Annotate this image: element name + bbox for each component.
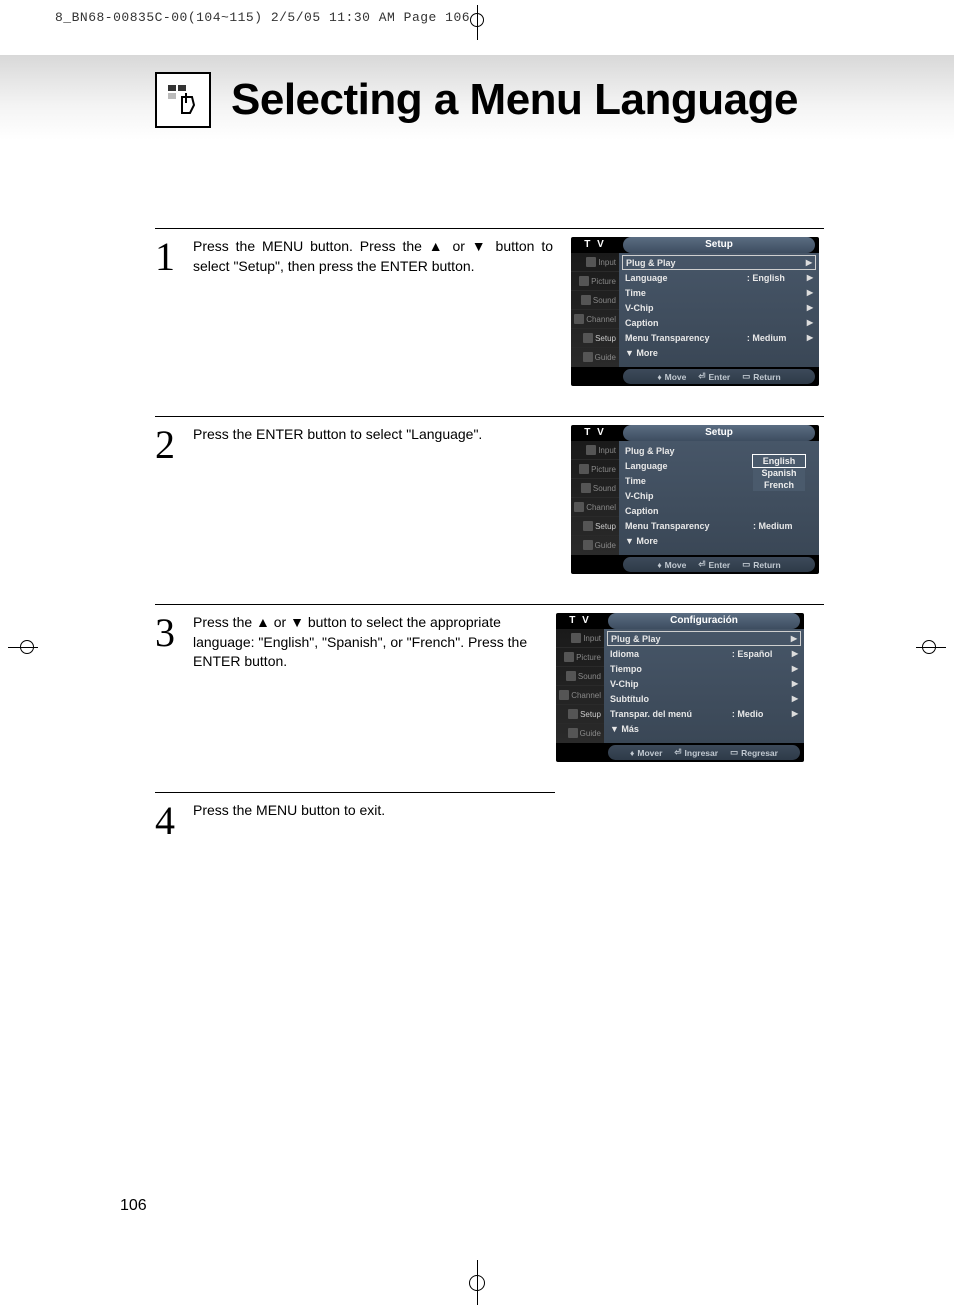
step-4: 4 Press the MENU button to exit. (155, 792, 555, 871)
osd-side-guide: Guide (571, 348, 619, 367)
page-number: 106 (120, 1197, 147, 1215)
osd-side-sound: Sound (571, 291, 619, 310)
osd-side-setup: Setup (571, 329, 619, 348)
osd-row: Transpar. del menú: Medio▶ (607, 706, 801, 721)
osd-main: Plug & Play▶ Language: English▶ Time▶ V-… (619, 253, 819, 367)
footer-move: ♦ Move (657, 371, 686, 382)
osd-side-setup: Setup (571, 517, 619, 536)
osd-side-guide: Guide (556, 724, 604, 743)
title-icon (155, 72, 211, 128)
osd-side-picture: Picture (571, 460, 619, 479)
step-num: 1 (155, 237, 183, 277)
osd-row: Time▶ (622, 285, 816, 300)
osd-footer: ♦ Move ⏎ Enter ▭ Return (623, 557, 815, 572)
osd-screenshot-3: T V Configuración Input Picture Sound Ch… (556, 613, 804, 762)
crop-mark-right (916, 640, 946, 654)
osd-screenshot-2: T V Setup Input Picture Sound Channel Se… (571, 425, 819, 574)
footer-enter: ⏎ Enter (698, 371, 730, 382)
title-row: Selecting a Menu Language (0, 72, 954, 128)
osd-row: Caption (622, 503, 816, 518)
osd-row: Plug & Play▶ (607, 631, 801, 646)
osd-side-input: Input (556, 629, 604, 648)
osd-sidebar: Input Picture Sound Channel Setup Guide (556, 629, 604, 743)
osd-footer: ♦ Mover ⏎ Ingresar ▭ Regresar (608, 745, 800, 760)
osd-side-setup: Setup (556, 705, 604, 724)
osd-side-channel: Channel (556, 686, 604, 705)
step-1: 1 Press the MENU button. Press the ▲ or … (155, 228, 824, 416)
osd-main: Plug & Play▶ Idioma: Español▶ Tiempo▶ V-… (604, 629, 804, 743)
osd-row: Language: English▶ (622, 270, 816, 285)
footer-move: ♦ Mover (630, 747, 662, 758)
popup-spanish: Spanish (753, 467, 805, 479)
footer-enter: ⏎ Enter (698, 559, 730, 570)
osd-title: Setup (623, 425, 815, 441)
osd-side-guide: Guide (571, 536, 619, 555)
step-text: Press the MENU button to exit. (193, 801, 553, 821)
osd-row: ▼ More (622, 533, 816, 548)
hand-menu-icon (166, 83, 200, 117)
crop-mark-left (8, 640, 38, 654)
footer-return: ▭ Regresar (730, 747, 778, 758)
osd-row: ▼ More (622, 345, 816, 360)
osd-row: Plug & Play▶ (622, 255, 816, 270)
language-popup: English Spanish French (753, 455, 805, 491)
step-text: Press the ENTER button to select "Langua… (193, 425, 553, 445)
footer-move: ♦ Move (657, 559, 686, 570)
osd-main: Plug & Play Language: Time V-Chip Captio… (619, 441, 819, 555)
step-text: Press the ▲ or ▼ button to select the ap… (193, 613, 538, 672)
osd-side-picture: Picture (556, 648, 604, 667)
osd-side-input: Input (571, 441, 619, 460)
step-num: 2 (155, 425, 183, 465)
step-num: 3 (155, 613, 183, 653)
step-3: 3 Press the ▲ or ▼ button to select the … (155, 604, 824, 792)
osd-row: Idioma: Español▶ (607, 646, 801, 661)
osd-row: Menu Transparency: Medium▶ (622, 330, 816, 345)
osd-side-picture: Picture (571, 272, 619, 291)
osd-title: Configuración (608, 613, 800, 629)
footer-return: ▭ Return (742, 559, 780, 570)
osd-row: Subtítulo▶ (607, 691, 801, 706)
step-num: 4 (155, 801, 183, 841)
footer-return: ▭ Return (742, 371, 780, 382)
osd-sidebar: Input Picture Sound Channel Setup Guide (571, 253, 619, 367)
osd-title: Setup (623, 237, 815, 253)
osd-row: V-Chip▶ (622, 300, 816, 315)
osd-tv-label: T V (556, 613, 604, 629)
step-text: Press the MENU button. Press the ▲ or ▼ … (193, 237, 553, 276)
step-2: 2 Press the ENTER button to select "Lang… (155, 416, 824, 604)
osd-row: V-Chip▶ (607, 676, 801, 691)
osd-row: Menu Transparency: Medium (622, 518, 816, 533)
osd-side-channel: Channel (571, 310, 619, 329)
osd-side-channel: Channel (571, 498, 619, 517)
osd-tv-label: T V (571, 425, 619, 441)
osd-side-sound: Sound (556, 667, 604, 686)
osd-sidebar: Input Picture Sound Channel Setup Guide (571, 441, 619, 555)
popup-english: English (753, 455, 805, 467)
page-title: Selecting a Menu Language (231, 75, 798, 125)
osd-row: Tiempo▶ (607, 661, 801, 676)
footer-enter: ⏎ Ingresar (674, 747, 718, 758)
popup-french: French (753, 479, 805, 491)
osd-side-sound: Sound (571, 479, 619, 498)
osd-row: Caption▶ (622, 315, 816, 330)
osd-screenshot-1: T V Setup Input Picture Sound Channel Se… (571, 237, 819, 386)
osd-footer: ♦ Move ⏎ Enter ▭ Return (623, 369, 815, 384)
osd-tv-label: T V (571, 237, 619, 253)
osd-row: ▼ Más (607, 721, 801, 736)
crop-mark-top (468, 5, 486, 40)
osd-side-input: Input (571, 253, 619, 272)
content: 1 Press the MENU button. Press the ▲ or … (0, 128, 954, 871)
